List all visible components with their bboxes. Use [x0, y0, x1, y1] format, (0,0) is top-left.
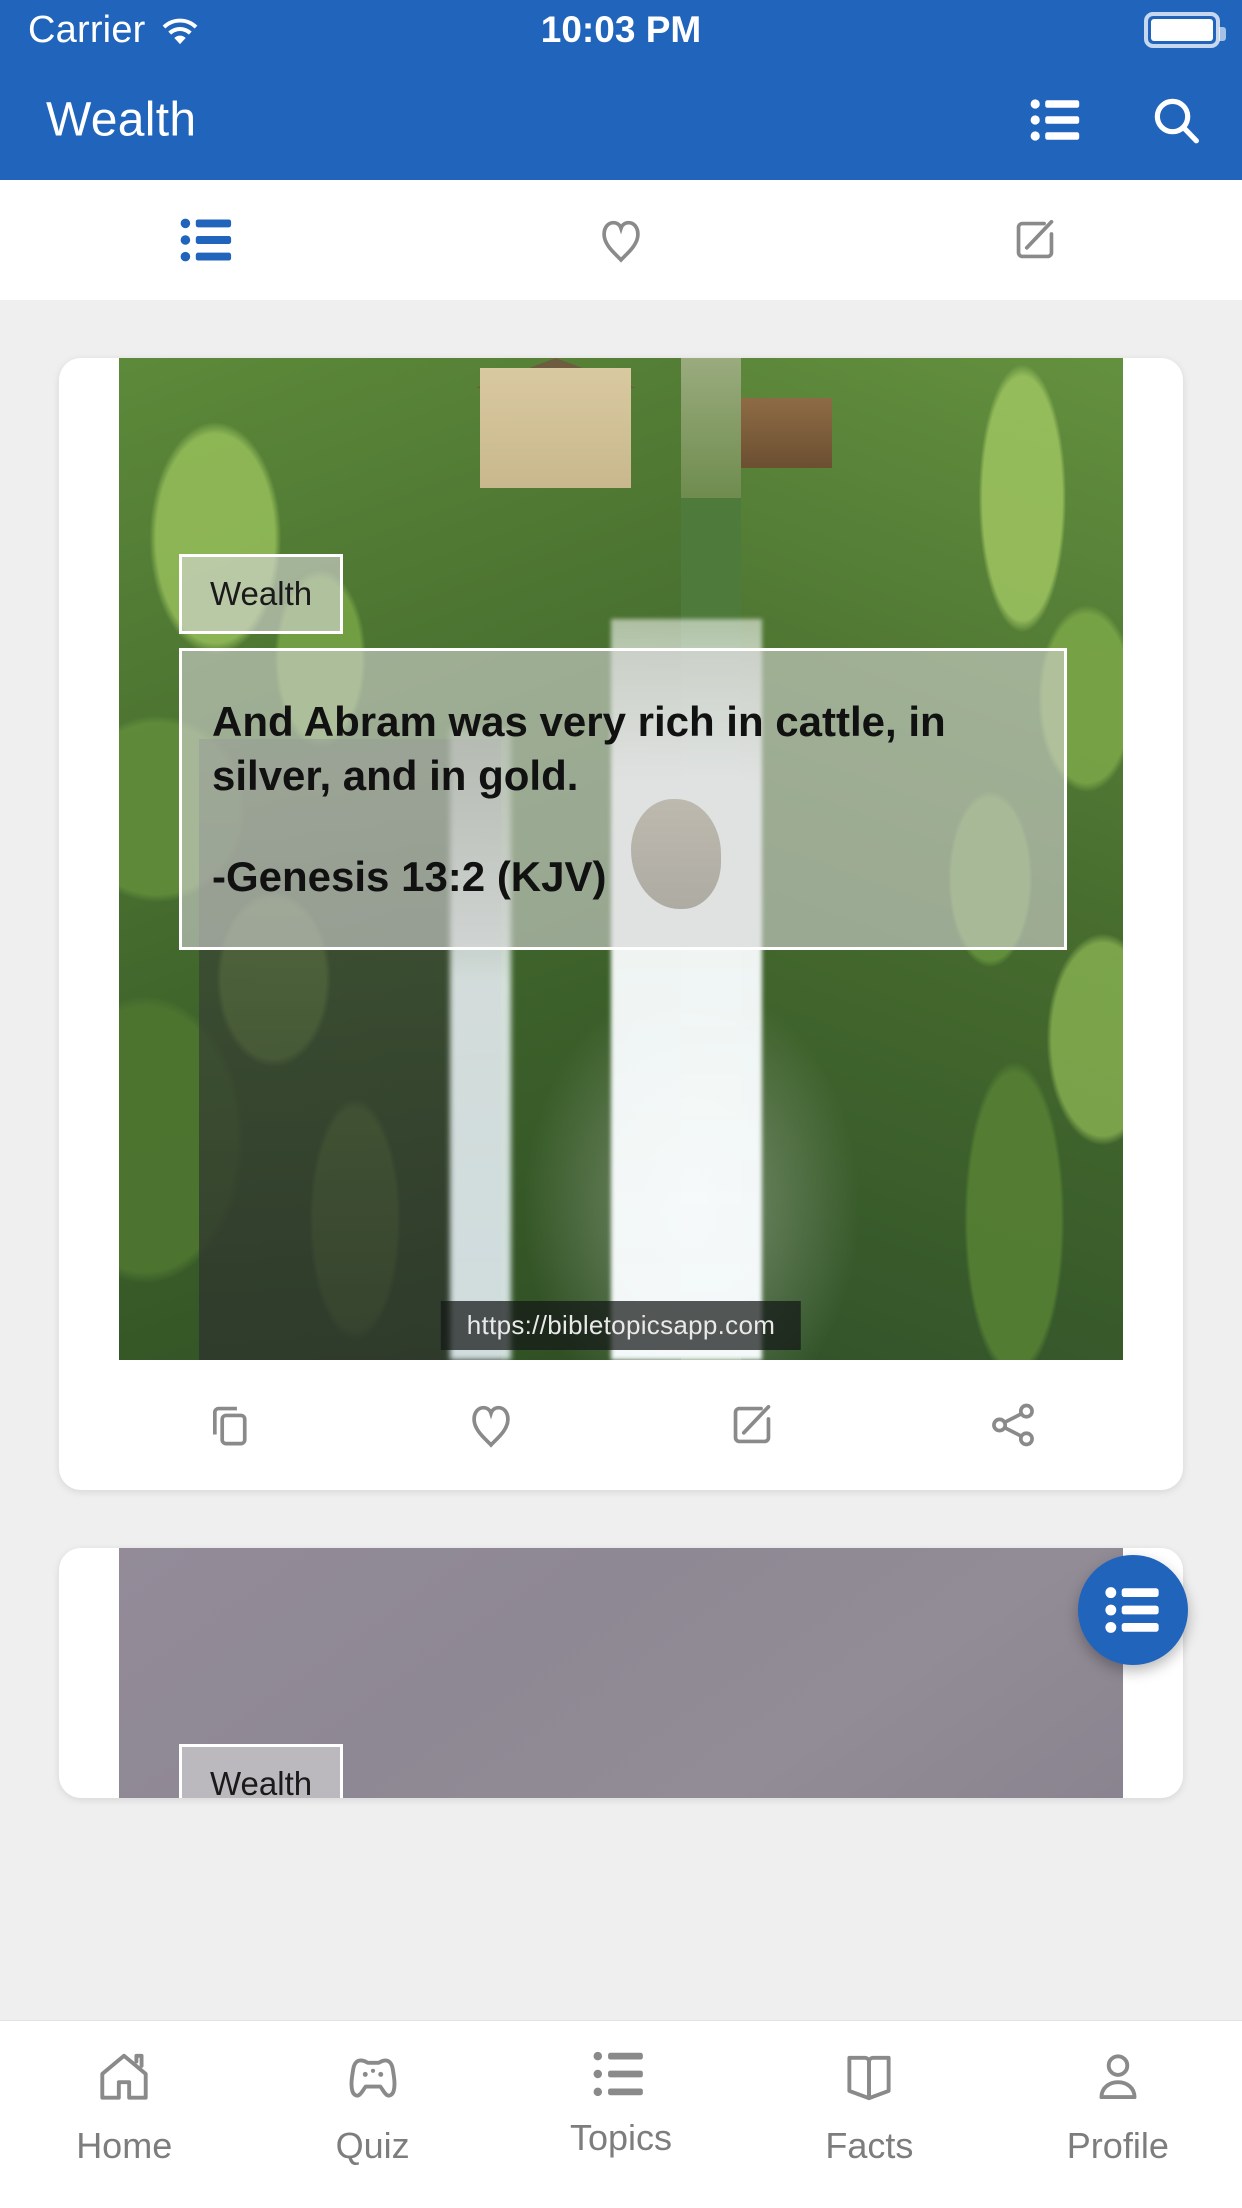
- feed-scroll-area[interactable]: Wealth And Abram was very rich in cattle…: [0, 300, 1242, 2020]
- heart-icon: [471, 1405, 510, 1448]
- nav-label: Topics: [569, 2117, 673, 2158]
- list-icon[interactable]: [1030, 97, 1082, 143]
- share-icon: [991, 1403, 1034, 1447]
- search-icon[interactable]: [1150, 94, 1202, 146]
- app-root: Carrier 10:03 PM Wealth Wealth And Abram…: [0, 0, 1242, 2208]
- nav-label: Quiz: [335, 2125, 410, 2166]
- favorite-button[interactable]: [360, 1399, 621, 1451]
- verse-text: And Abram was very rich in cattle, in si…: [212, 698, 946, 799]
- topic-badge-label: Wealth: [210, 1765, 313, 1798]
- watermark-url: https://bibletopicsapp.com: [466, 1310, 776, 1340]
- topic-badge: Wealth: [179, 1744, 344, 1798]
- tab-favorites[interactable]: [414, 180, 828, 300]
- person-icon: [1099, 2054, 1137, 2100]
- card-action-bar: [59, 1360, 1183, 1490]
- status-bar-right: [1144, 12, 1226, 48]
- copy-button[interactable]: [99, 1399, 360, 1451]
- copy-icon: [212, 1406, 247, 1446]
- nav-label: Home: [76, 2125, 173, 2166]
- verse-image: Wealth And Abram was very rich in cattle…: [119, 358, 1123, 1360]
- tab-list[interactable]: [0, 180, 414, 300]
- nav-item-profile[interactable]: Profile: [994, 2047, 1242, 2167]
- heart-icon: [602, 220, 640, 263]
- open-book-icon: [847, 2055, 891, 2101]
- edit-square-icon: [733, 1404, 770, 1444]
- list-icon: [180, 218, 232, 262]
- list-icon: [593, 2051, 643, 2097]
- verse-card[interactable]: Wealth: [59, 1548, 1183, 1798]
- list-icon: [1105, 1587, 1159, 1633]
- app-bar: Wealth: [0, 60, 1242, 180]
- edit-square-icon: [1016, 219, 1054, 259]
- segment-tab-bar: [0, 180, 1242, 300]
- bottom-navigation: Home Quiz Topics Facts Profile: [0, 2020, 1242, 2208]
- app-bar-actions: [1030, 94, 1202, 146]
- status-bar-time: 10:03 PM: [540, 9, 702, 50]
- nav-item-facts[interactable]: Facts: [745, 2047, 993, 2167]
- nav-label: Facts: [825, 2125, 914, 2166]
- nav-item-topics[interactable]: Topics: [497, 2047, 745, 2159]
- nav-label: Profile: [1066, 2125, 1169, 2166]
- topic-badge: Wealth: [179, 554, 344, 634]
- topic-badge-label: Wealth: [210, 575, 313, 612]
- nav-item-home[interactable]: Home: [0, 2047, 248, 2167]
- nav-item-quiz[interactable]: Quiz: [248, 2047, 496, 2167]
- watermark: https://bibletopicsapp.com: [440, 1301, 802, 1350]
- tab-compose[interactable]: [828, 180, 1242, 300]
- share-button[interactable]: [882, 1399, 1143, 1451]
- page-title: Wealth: [46, 93, 197, 147]
- home-icon: [100, 2053, 148, 2100]
- verse-card[interactable]: Wealth And Abram was very rich in cattle…: [59, 358, 1183, 1490]
- verse-reference: -Genesis 13:2 (KJV): [212, 852, 607, 900]
- verse-overlay: And Abram was very rich in cattle, in si…: [179, 648, 1067, 950]
- topics-list-fab[interactable]: [1078, 1555, 1188, 1665]
- gamepad-icon: [349, 2058, 397, 2098]
- status-bar: Carrier 10:03 PM: [0, 0, 1242, 60]
- battery-full-icon: [1144, 12, 1226, 48]
- verse-image: Wealth: [119, 1548, 1123, 1798]
- edit-button[interactable]: [621, 1399, 882, 1451]
